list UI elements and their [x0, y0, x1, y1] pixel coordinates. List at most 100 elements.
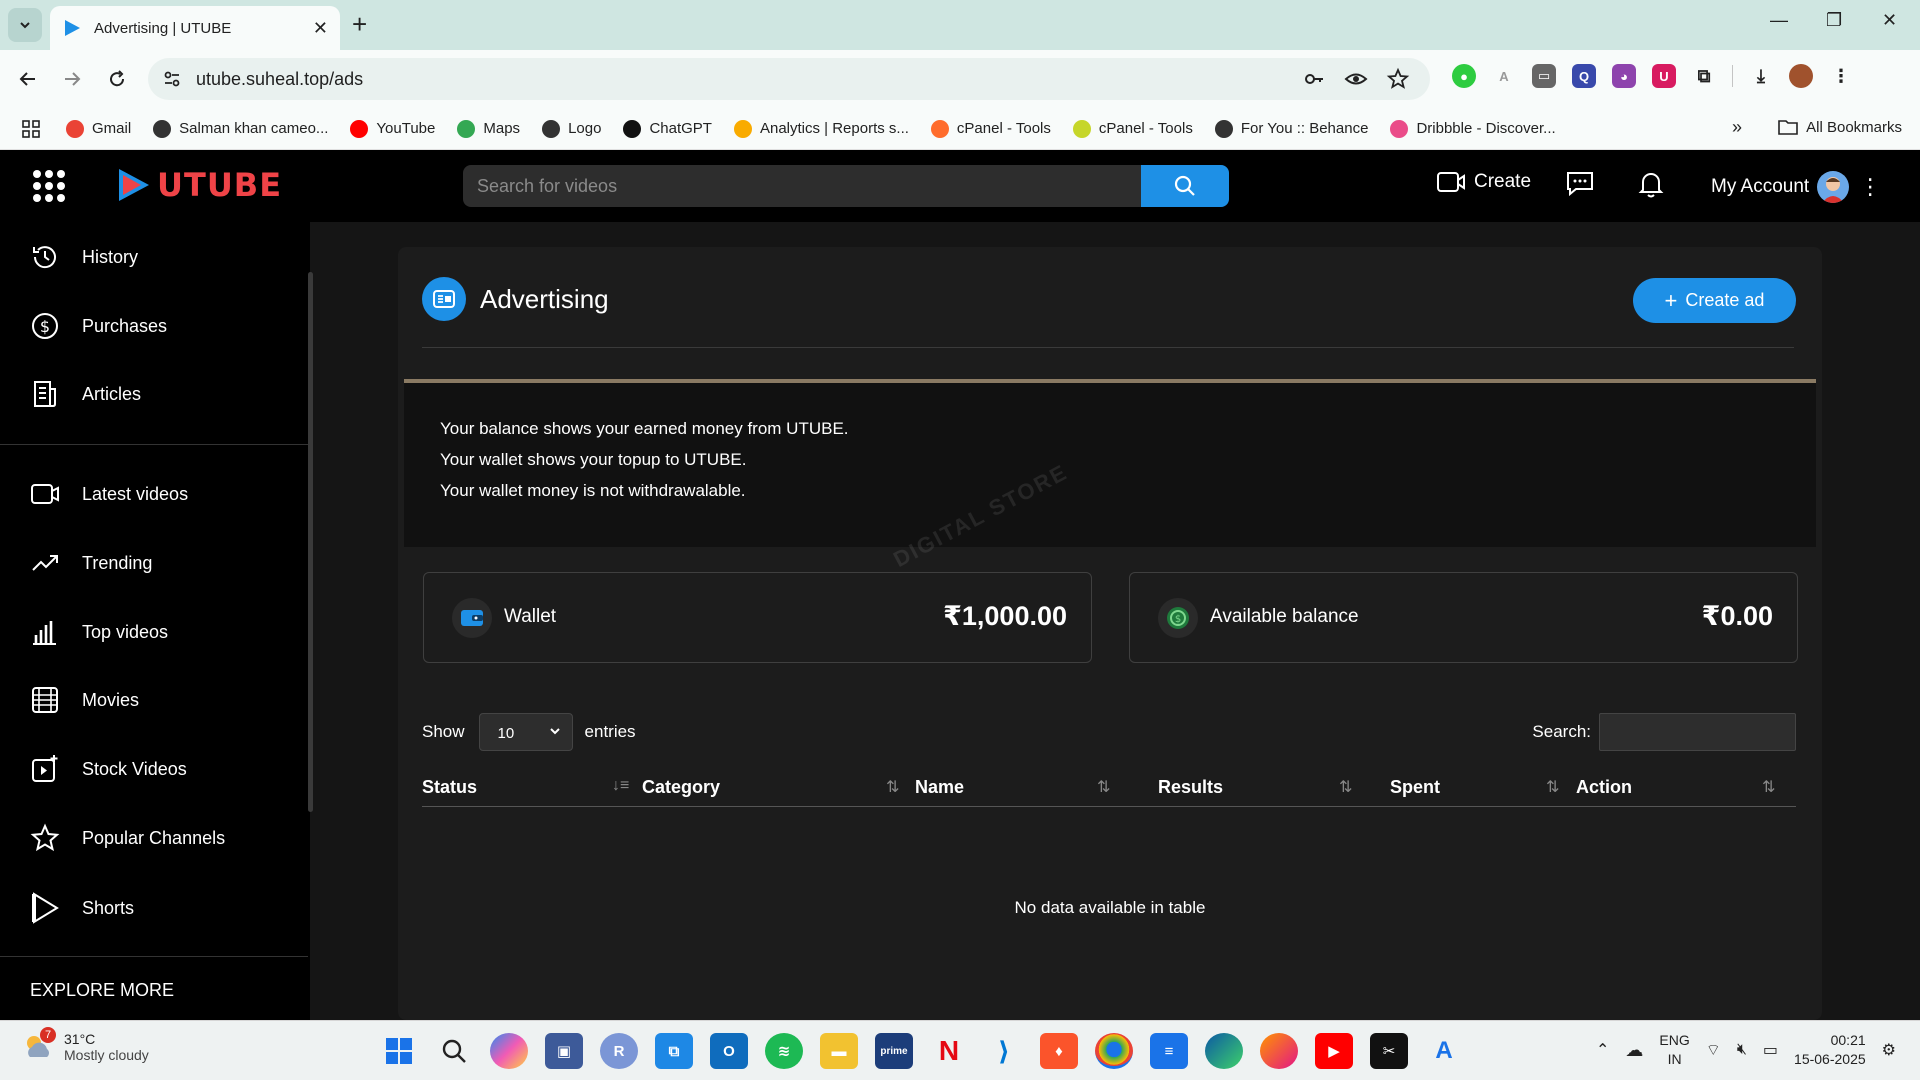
extension-copilot-icon[interactable]: ◕ — [1612, 64, 1636, 88]
url-text[interactable]: utube.suheal.top/ads — [196, 69, 363, 90]
vscode-icon[interactable]: ⟩ — [985, 1033, 1023, 1069]
bookmark-item[interactable]: Maps — [457, 119, 520, 138]
column-header-category[interactable]: Category — [642, 777, 720, 798]
copilot-icon[interactable] — [490, 1033, 528, 1069]
sidebar-item-popular-channels[interactable]: Popular Channels — [30, 823, 225, 853]
column-header-status[interactable]: Status — [422, 777, 477, 798]
sidebar-item-shorts[interactable]: Shorts — [30, 891, 134, 925]
cloud-sync-icon[interactable]: ☁ — [1625, 1040, 1643, 1061]
sort-icon[interactable]: ⇅ — [886, 777, 899, 797]
clock[interactable]: 00:21 15-06-2025 — [1794, 1031, 1866, 1069]
sidebar-item-top-videos[interactable]: Top videos — [30, 617, 168, 647]
sidebar-item-articles[interactable]: Articles — [30, 379, 141, 409]
notifications-button[interactable] — [1638, 170, 1664, 198]
sidebar-scrollbar[interactable] — [308, 272, 313, 812]
bookmark-item[interactable]: YouTube — [350, 119, 435, 138]
bookmark-item[interactable]: Analytics | Reports s... — [733, 119, 909, 138]
sidebar-item-stock-videos[interactable]: Stock Videos — [30, 754, 187, 784]
column-header-action[interactable]: Action — [1576, 777, 1632, 798]
tab-close-icon[interactable]: ✕ — [313, 18, 328, 39]
extension-window-icon[interactable]: ▭ — [1532, 64, 1556, 88]
bookmark-item[interactable]: For You :: Behance — [1214, 119, 1368, 138]
firefox-icon[interactable] — [1260, 1033, 1298, 1069]
battery-icon[interactable]: ▭ — [1763, 1040, 1778, 1060]
prime-video-icon[interactable]: prime — [875, 1033, 913, 1069]
extension-a-icon[interactable]: A — [1492, 64, 1516, 88]
messages-button[interactable] — [1566, 170, 1594, 196]
create-ad-button[interactable]: + Create ad — [1633, 278, 1796, 323]
capcut-icon[interactable]: ✂ — [1370, 1033, 1408, 1069]
bookmark-item[interactable]: Gmail — [66, 119, 131, 138]
remote-desktop-icon[interactable]: ⧉ — [655, 1033, 693, 1069]
column-header-spent[interactable]: Spent — [1390, 777, 1440, 798]
extension-ublock-icon[interactable]: U — [1652, 64, 1676, 88]
browser-tab-active[interactable]: Advertising | UTUBE ✕ — [50, 6, 340, 50]
tab-search-button[interactable] — [8, 8, 42, 42]
bookmark-item[interactable]: Dribbble - Discover... — [1390, 119, 1556, 138]
task-view-icon[interactable]: ▣ — [545, 1033, 583, 1069]
utube-logo[interactable]: UTUBE — [115, 166, 282, 204]
search-input[interactable] — [463, 165, 1141, 207]
minimize-button[interactable]: — — [1770, 10, 1788, 31]
close-window-button[interactable]: ✕ — [1882, 10, 1897, 31]
column-header-name[interactable]: Name — [915, 777, 964, 798]
restore-button[interactable]: ❐ — [1826, 10, 1842, 31]
column-header-results[interactable]: Results — [1158, 777, 1223, 798]
table-search-input[interactable] — [1599, 713, 1796, 751]
entries-select[interactable]: 10 — [478, 713, 573, 751]
all-bookmarks-button[interactable]: All Bookmarks — [1778, 118, 1902, 136]
extensions-puzzle-icon[interactable]: ⧉ — [1692, 64, 1716, 88]
password-key-icon[interactable] — [1302, 67, 1326, 91]
site-settings-icon[interactable] — [162, 69, 182, 89]
sidebar-item-purchases[interactable]: $ Purchases — [30, 311, 167, 341]
volume-muted-icon[interactable]: 🔇︎ — [1737, 1041, 1747, 1059]
brave-icon[interactable]: ♦ — [1040, 1033, 1078, 1069]
download-icon[interactable]: ⤓ — [1749, 64, 1773, 88]
chrome-icon[interactable] — [1095, 1033, 1133, 1069]
bookmark-item[interactable]: ChatGPT — [623, 119, 712, 138]
taskbar-search-icon[interactable] — [435, 1033, 473, 1069]
extension-green-icon[interactable]: ● — [1452, 64, 1476, 88]
bookmark-item[interactable]: cPanel - Tools — [1072, 119, 1193, 138]
new-tab-button[interactable]: + — [352, 10, 367, 38]
sort-icon[interactable]: ⇅ — [1762, 777, 1775, 797]
profile-avatar[interactable] — [1789, 64, 1813, 88]
forward-button[interactable] — [58, 65, 86, 93]
notepad-icon[interactable]: ≡ — [1150, 1033, 1188, 1069]
extension-q-icon[interactable]: Q — [1572, 64, 1596, 88]
weather-widget[interactable]: 7 31°C Mostly cloudy — [22, 1027, 149, 1063]
bookmark-item[interactable]: cPanel - Tools — [930, 119, 1051, 138]
netflix-icon[interactable]: N — [930, 1033, 968, 1069]
search-button[interactable] — [1141, 165, 1229, 207]
apps-grid-icon[interactable] — [22, 119, 40, 138]
youtube-icon[interactable]: ▶ — [1315, 1033, 1353, 1069]
file-explorer-icon[interactable]: ▬ — [820, 1033, 858, 1069]
sort-icon[interactable]: ↓≡ — [612, 777, 629, 795]
apps-menu-icon[interactable] — [33, 170, 65, 202]
sort-icon[interactable]: ⇅ — [1339, 777, 1352, 797]
reload-button[interactable] — [103, 65, 131, 93]
star-bookmark-icon[interactable] — [1386, 67, 1410, 91]
bookmark-item[interactable]: Logo — [542, 119, 601, 138]
sidebar-item-movies[interactable]: Movies — [30, 685, 139, 715]
outlook-icon[interactable]: O — [710, 1033, 748, 1069]
translate-icon[interactable]: A — [1425, 1033, 1463, 1069]
sidebar-item-history[interactable]: History — [30, 242, 138, 272]
back-button[interactable] — [14, 65, 42, 93]
sidebar-item-trending[interactable]: Trending — [30, 548, 152, 578]
create-button[interactable]: Create — [1436, 170, 1531, 194]
browser-menu-icon[interactable]: ⋮ — [1829, 64, 1853, 88]
sort-icon[interactable]: ⇅ — [1097, 777, 1110, 797]
edge-icon[interactable] — [1205, 1033, 1243, 1069]
sort-icon[interactable]: ⇅ — [1546, 777, 1559, 797]
account-menu-icon[interactable]: ⋮ — [1859, 174, 1881, 200]
bookmark-item[interactable]: Salman khan cameo... — [153, 119, 328, 138]
address-bar[interactable]: utube.suheal.top/ads — [148, 58, 1430, 100]
tray-overflow-icon[interactable]: ⌃ — [1596, 1040, 1609, 1060]
language-indicator[interactable]: ENG IN — [1659, 1031, 1689, 1069]
bookmarks-overflow-icon[interactable]: » — [1732, 117, 1742, 138]
spotify-icon[interactable]: ≋ — [765, 1033, 803, 1069]
notification-center-icon[interactable]: ⚙ — [1882, 1040, 1896, 1060]
r-app-icon[interactable]: R — [600, 1033, 638, 1069]
eye-icon[interactable] — [1344, 67, 1368, 91]
